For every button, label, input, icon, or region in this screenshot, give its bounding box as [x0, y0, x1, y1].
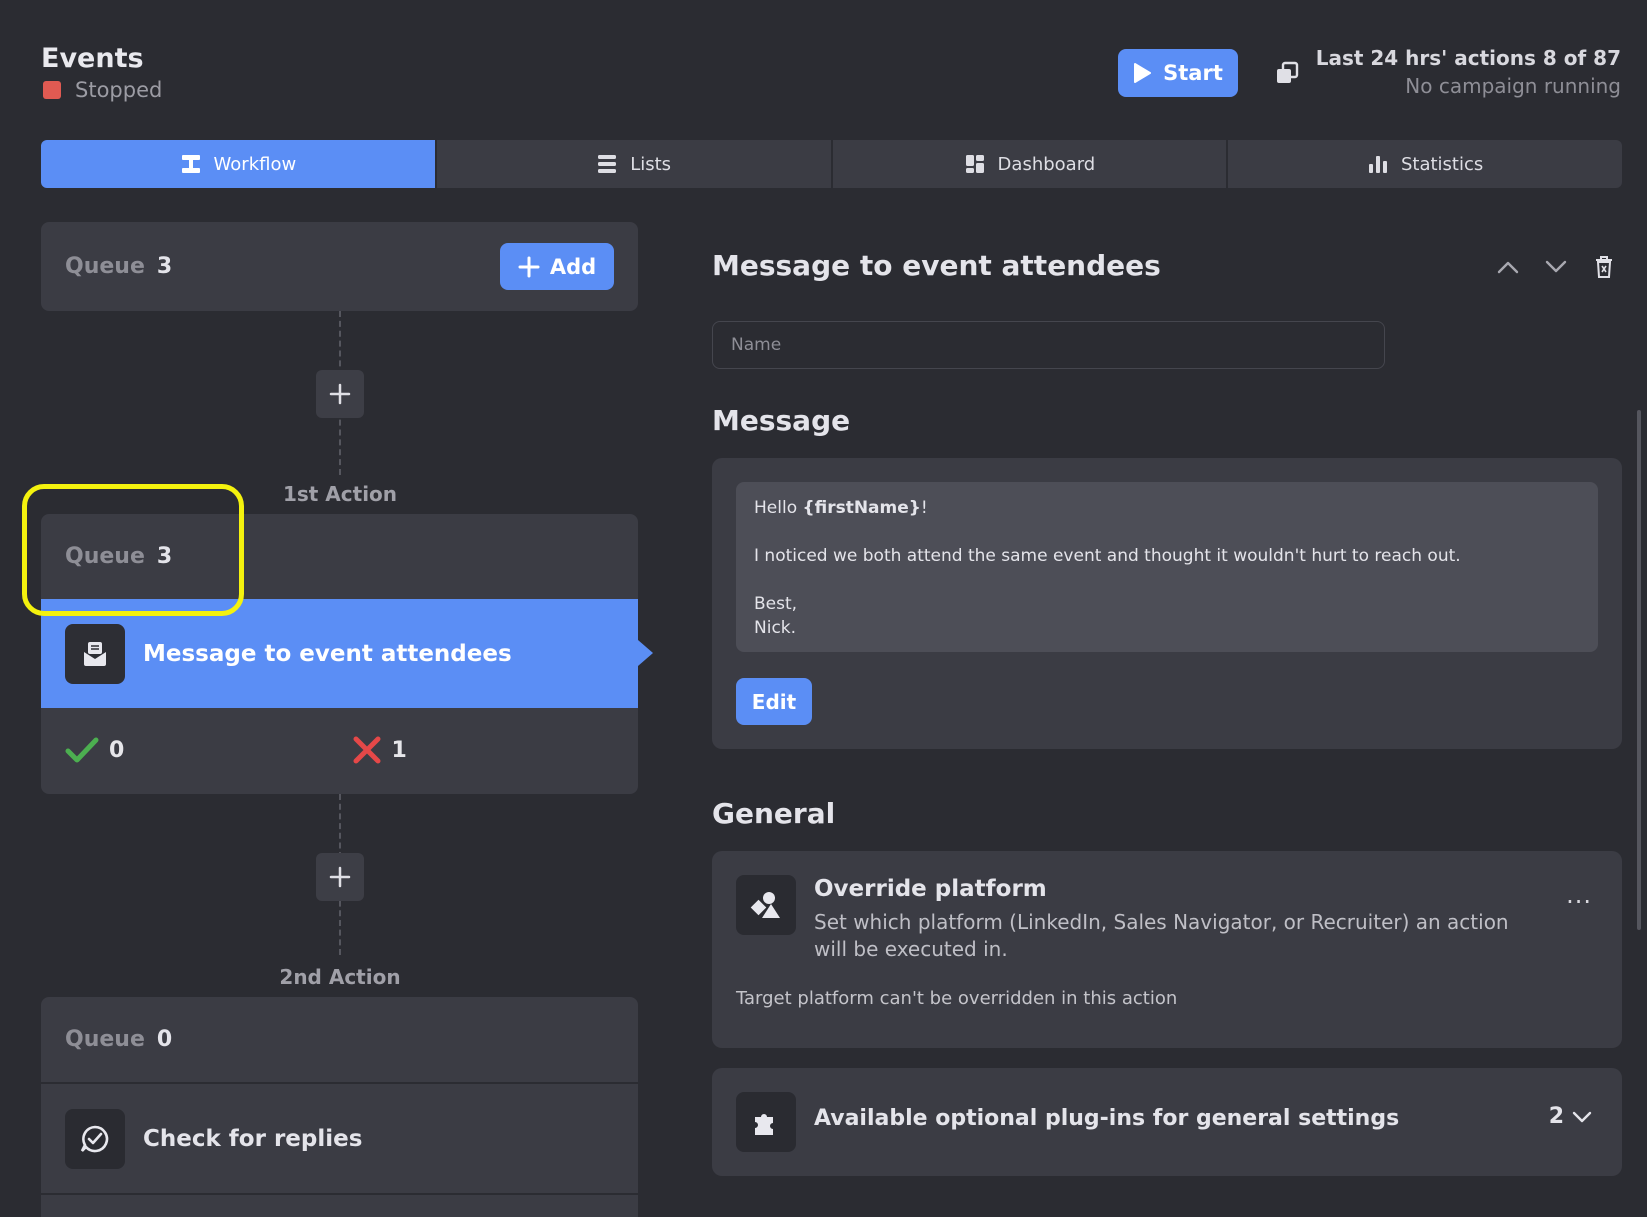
- tab-label: Statistics: [1400, 153, 1484, 175]
- chevron-down-icon: [1572, 1111, 1592, 1122]
- fail-count: 1: [391, 737, 407, 763]
- tab-workflow[interactable]: Workflow: [41, 140, 435, 188]
- override-note: Target platform can't be overridden in t…: [736, 988, 1178, 1009]
- variable-token: {firstName}: [802, 498, 921, 518]
- action-card: Queue 0 Check for replies: [41, 997, 638, 1217]
- message-line-4: Nick.: [754, 618, 797, 638]
- tab-label: Workflow: [213, 153, 297, 175]
- step-label: 1st Action: [282, 482, 398, 506]
- plugins-panel[interactable]: Available optional plug-ins for general …: [712, 1068, 1622, 1176]
- greeting-text: Hello: [754, 498, 803, 518]
- add-button[interactable]: Add: [500, 243, 614, 290]
- insert-action-button[interactable]: [316, 853, 364, 901]
- duplicate-icon[interactable]: [1274, 60, 1300, 86]
- start-button-label: Start: [1163, 61, 1223, 85]
- greeting-end: !: [920, 498, 928, 518]
- campaign-status: Stopped: [43, 78, 162, 102]
- queue-row: Queue 0: [41, 997, 638, 1082]
- message-icon: [65, 623, 125, 684]
- move-up-icon[interactable]: [1495, 254, 1521, 280]
- list-icon: [598, 155, 617, 173]
- message-line-3: Best,: [754, 594, 798, 614]
- general-section-title: General: [712, 797, 836, 830]
- dashboard-icon: [965, 155, 984, 173]
- queue-count: 3: [156, 254, 173, 279]
- message-line-2: I noticed we both attend the same event …: [754, 546, 1461, 566]
- add-button-label: Add: [549, 254, 597, 279]
- cross-icon: [353, 736, 380, 764]
- insert-action-button[interactable]: [316, 370, 364, 418]
- page-title: Events: [41, 43, 144, 74]
- override-title: Override platform: [814, 876, 1047, 902]
- queue-label: Queue: [65, 254, 145, 279]
- checkmark-icon: [65, 737, 99, 763]
- shapes-icon: [736, 875, 796, 935]
- action-name: Message to event attendees: [143, 640, 512, 667]
- play-icon: [1134, 63, 1152, 83]
- edit-button[interactable]: Edit: [736, 678, 812, 725]
- bar-chart-icon: [1368, 156, 1387, 173]
- detail-title: Message to event attendees: [712, 249, 1161, 282]
- action-name: Check for replies: [143, 1125, 363, 1152]
- message-preview[interactable]: Hello {firstName}! I noticed we both att…: [736, 482, 1598, 652]
- status-text: Stopped: [75, 78, 163, 102]
- tab-statistics[interactable]: Statistics: [1228, 140, 1622, 188]
- tab-lists[interactable]: Lists: [436, 140, 831, 188]
- tab-label: Lists: [630, 153, 672, 175]
- actions-count: Last 24 hrs' actions 8 of 87: [1315, 46, 1621, 70]
- tab-dashboard[interactable]: Dashboard: [832, 140, 1227, 188]
- success-stat[interactable]: 0: [65, 736, 352, 764]
- plugins-count: 2: [1548, 1104, 1564, 1129]
- plugins-title: Available optional plug-ins for general …: [814, 1106, 1400, 1131]
- step-label: 2nd Action: [279, 965, 401, 989]
- name-input[interactable]: [712, 321, 1385, 369]
- highlight-annotation: [22, 484, 244, 616]
- tab-bar: Workflow Lists Dashboard Statistics: [41, 140, 1622, 188]
- start-button[interactable]: Start: [1118, 49, 1238, 97]
- scrollbar[interactable]: [1637, 410, 1641, 930]
- puzzle-icon: [736, 1092, 796, 1152]
- message-section-title: Message: [712, 404, 851, 437]
- plus-icon: [518, 256, 540, 277]
- fail-stat[interactable]: 1: [352, 735, 639, 765]
- message-panel: Hello {firstName}! I noticed we both att…: [712, 458, 1622, 749]
- override-description: Set which platform (LinkedIn, Sales Navi…: [814, 910, 1509, 961]
- plus-icon: [329, 383, 351, 405]
- more-options-icon[interactable]: ...: [1566, 881, 1592, 909]
- delete-icon[interactable]: [1591, 254, 1617, 280]
- workflow-icon: [181, 155, 200, 173]
- plugins-expand[interactable]: 2: [1549, 1104, 1592, 1129]
- action-stats: 0 1: [41, 708, 638, 792]
- queue-count: 0: [156, 1027, 173, 1052]
- selection-pointer: [638, 640, 653, 666]
- reply-check-icon: [65, 1108, 125, 1169]
- move-down-icon[interactable]: [1543, 254, 1569, 280]
- start-queue-card: Queue 3 Add: [41, 222, 638, 311]
- tab-label: Dashboard: [997, 153, 1096, 175]
- detail-controls: [1495, 254, 1617, 280]
- action-item-check-replies[interactable]: Check for replies: [41, 1084, 638, 1193]
- queue-label: Queue: [65, 1027, 145, 1052]
- plus-icon: [329, 866, 351, 888]
- status-indicator: [43, 81, 61, 99]
- campaign-running-status: No campaign running: [1405, 74, 1621, 98]
- success-count: 0: [109, 737, 125, 763]
- message-line-1: Hello {firstName}!: [754, 496, 1580, 520]
- divider: [41, 1193, 638, 1195]
- override-platform-panel: Override platform Set which platform (Li…: [712, 851, 1622, 1048]
- actions-summary: Last 24 hrs' actions 8 of 87 No campaign…: [1316, 46, 1621, 98]
